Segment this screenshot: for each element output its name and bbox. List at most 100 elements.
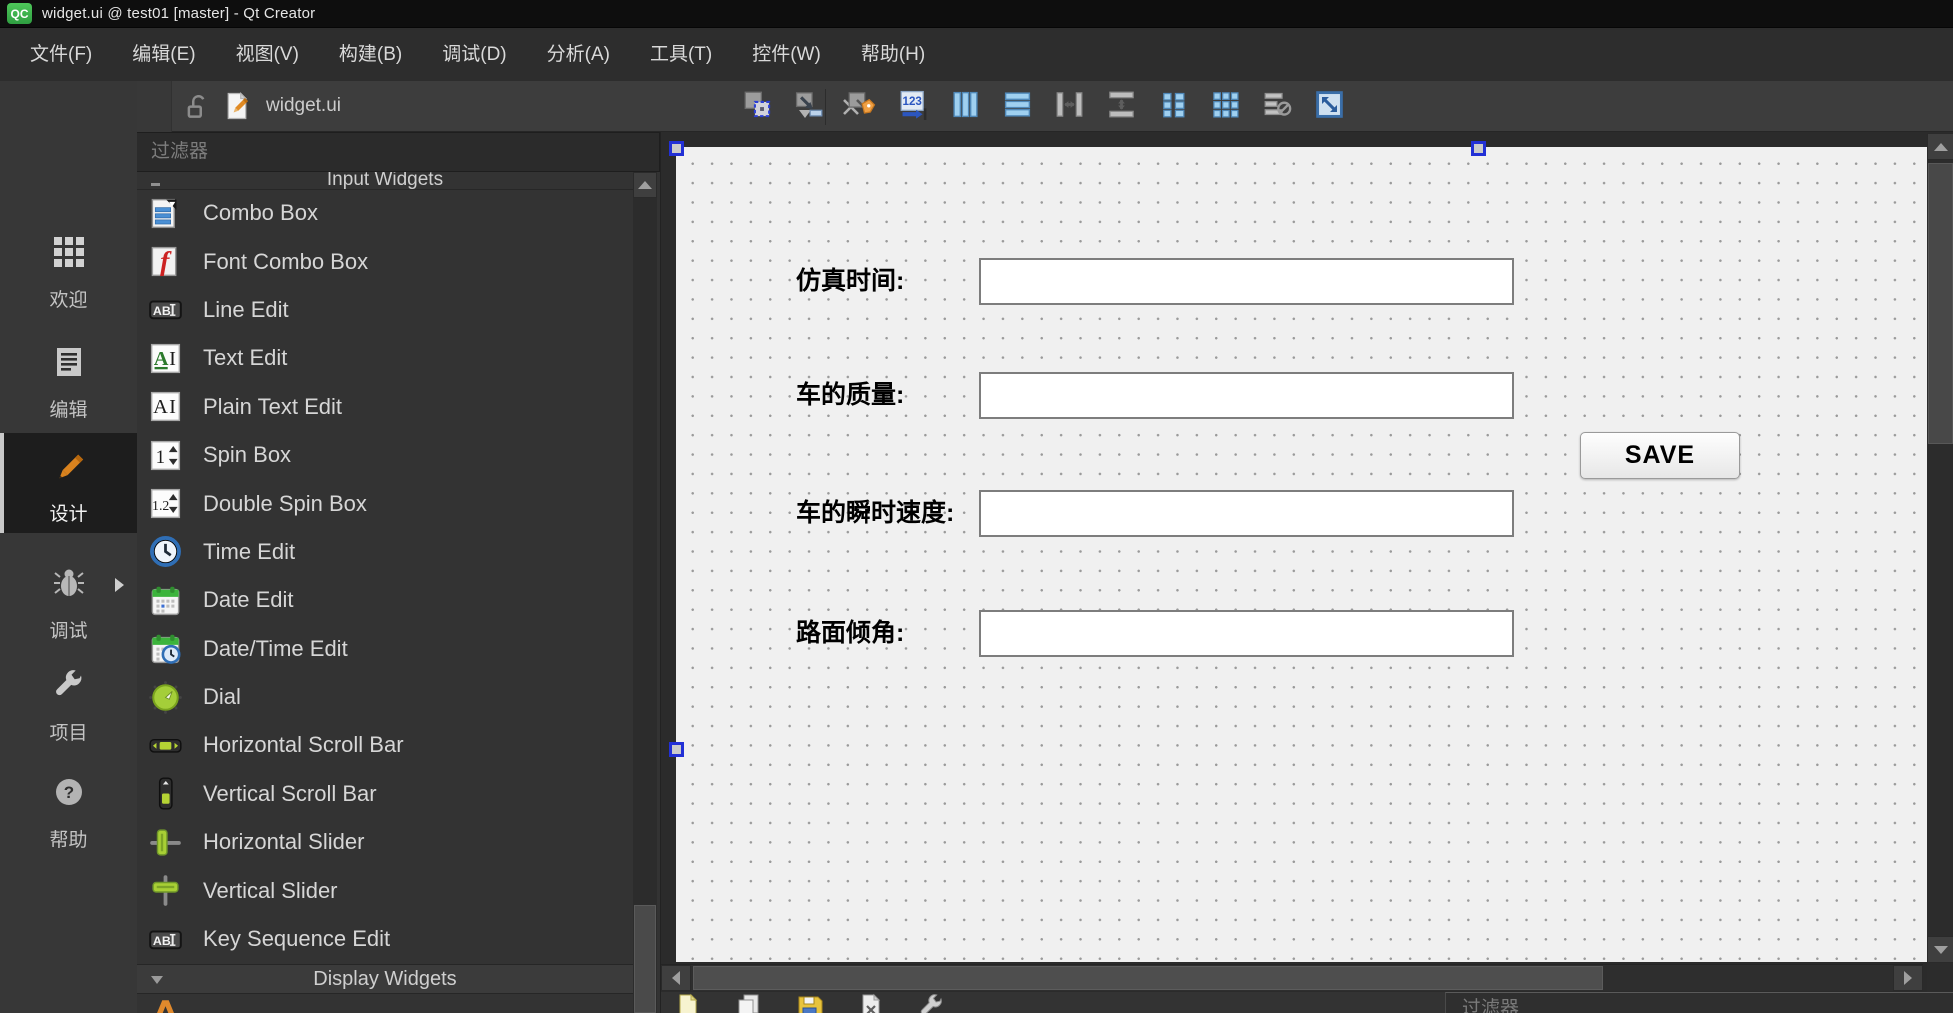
edit-tab-order-button[interactable]: 123: [893, 86, 934, 127]
edit-signals-slots-button[interactable]: [789, 86, 830, 127]
scroll-left-button[interactable]: [661, 965, 691, 991]
input-simulation-time[interactable]: [979, 258, 1514, 305]
edit-widgets-button[interactable]: [737, 86, 778, 127]
mode-design-label: 设计: [49, 504, 88, 525]
input-car-mass[interactable]: [979, 372, 1514, 419]
menu-view[interactable]: 视图(V): [216, 28, 319, 82]
svg-text:I: I: [169, 348, 176, 370]
close-document-button[interactable]: [856, 992, 886, 1013]
widget-item-spin-box[interactable]: 1 Spin Box: [137, 431, 633, 479]
widget-item-double-spin-box[interactable]: 1.2 Double Spin Box: [137, 479, 633, 527]
layout-horizontal-splitter-button[interactable]: [1049, 86, 1090, 127]
bottom-filter-input[interactable]: [1460, 997, 1764, 1013]
menu-help[interactable]: 帮助(H): [841, 28, 945, 82]
document-name[interactable]: widget.ui: [266, 95, 341, 117]
copy-button[interactable]: [734, 992, 764, 1013]
svg-text:123: 123: [903, 95, 923, 108]
svg-text:AB: AB: [153, 304, 171, 318]
mode-design[interactable]: 设计: [0, 433, 137, 533]
layout-vertically-button[interactable]: [997, 86, 1038, 127]
label-simulation-time: 仿真时间:: [796, 267, 905, 295]
svg-text:I: I: [169, 396, 176, 418]
widget-item-time-edit[interactable]: Time Edit: [137, 528, 633, 576]
menu-tools[interactable]: 工具(T): [630, 28, 732, 82]
plain-text-edit-icon: AI: [148, 389, 183, 424]
new-file-button[interactable]: [673, 992, 703, 1013]
widget-box-scrollbar[interactable]: [633, 172, 657, 1013]
combo-box-icon: [148, 196, 183, 231]
scrollbar-thumb[interactable]: [1928, 163, 1953, 444]
edit-buddies-icon: [846, 89, 877, 125]
selection-handle-top-left[interactable]: [669, 141, 684, 156]
widget-item-date-edit[interactable]: Date Edit: [137, 576, 633, 624]
scroll-down-button[interactable]: [1927, 936, 1953, 963]
input-road-incline[interactable]: [979, 610, 1514, 657]
scroll-up-button[interactable]: [1927, 133, 1953, 160]
canvas-horizontal-scrollbar[interactable]: [661, 964, 1923, 991]
layout-grid-button[interactable]: [1205, 86, 1246, 127]
qt-creator-window: QC widget.ui @ test01 [master] - Qt Crea…: [0, 0, 1953, 1013]
widget-item-text-edit-label: Text Edit: [203, 345, 288, 371]
adjust-size-icon: [1314, 89, 1345, 125]
selection-handle-left-middle[interactable]: [669, 742, 684, 757]
debug-flyout-arrow-icon[interactable]: [115, 578, 124, 592]
design-pencil-icon: [50, 449, 88, 487]
menu-analyze[interactable]: 分析(A): [527, 28, 630, 82]
widget-item-line-edit[interactable]: AB Line Edit: [137, 286, 633, 334]
section-header-display-widgets[interactable]: Display Widgets: [137, 964, 633, 994]
menu-build[interactable]: 构建(B): [319, 28, 422, 82]
save-file-button[interactable]: [795, 992, 825, 1013]
menu-edit[interactable]: 编辑(E): [112, 28, 215, 82]
selection-handle-top-center[interactable]: [1471, 141, 1486, 156]
widget-item-dial[interactable]: Dial: [137, 673, 633, 721]
scroll-up-button[interactable]: [633, 172, 657, 198]
scrollbar-thumb[interactable]: [693, 966, 1603, 990]
break-layout-icon: [1262, 89, 1293, 125]
projects-wrench-icon: [50, 666, 88, 704]
adjust-size-button[interactable]: [1309, 86, 1350, 127]
mode-welcome[interactable]: 欢迎: [0, 223, 137, 312]
widget-item-datetime-edit[interactable]: Date/Time Edit: [137, 625, 633, 673]
file-edit-icon: [222, 91, 252, 121]
scrollbar-thumb[interactable]: [634, 905, 656, 1013]
layout-horizontally-button[interactable]: [945, 86, 986, 127]
widget-item-vertical-slider-label: Vertical Slider: [203, 877, 338, 903]
widget-item-font-combo-box-label: Font Combo Box: [203, 248, 369, 274]
edit-buddies-button[interactable]: [841, 86, 882, 127]
line-edit-icon: AB: [148, 292, 183, 327]
menu-file[interactable]: 文件(F): [10, 28, 112, 82]
widget-item-spin-box-label: Spin Box: [203, 442, 292, 468]
h-scrollbar-icon: [148, 728, 183, 763]
mode-help[interactable]: ? 帮助: [0, 763, 137, 852]
canvas-vertical-scrollbar[interactable]: [1927, 133, 1953, 994]
widget-item-key-sequence-edit[interactable]: AB Key Sequence Edit: [137, 915, 633, 963]
widget-item-text-edit[interactable]: A I Text Edit: [137, 334, 633, 382]
break-layout-button[interactable]: [1257, 86, 1298, 127]
unlock-icon[interactable]: [182, 91, 212, 121]
widget-item-combo-box[interactable]: Combo Box: [137, 189, 633, 237]
mode-projects[interactable]: 项目: [0, 656, 137, 745]
layout-vertical-splitter-button[interactable]: [1101, 86, 1142, 127]
menu-debug[interactable]: 调试(D): [422, 28, 526, 82]
menu-widgets[interactable]: 控件(W): [732, 28, 841, 82]
widget-item-font-combo-box[interactable]: f Font Combo Box: [137, 237, 633, 285]
mini-wrench-icon: [917, 994, 947, 1013]
layout-form-button[interactable]: [1153, 86, 1194, 127]
widget-item-horizontal-scroll-bar[interactable]: Horizontal Scroll Bar: [137, 721, 633, 769]
widget-item-vertical-slider[interactable]: Vertical Slider: [137, 866, 633, 914]
save-button[interactable]: SAVE: [1580, 432, 1740, 479]
widget-item-vertical-scroll-bar[interactable]: Vertical Scroll Bar: [137, 770, 633, 818]
designed-form[interactable]: 仿真时间: 车的质量: 车的瞬时速度: 路面倾角: SAVE: [676, 147, 1927, 962]
widget-item-plain-text-edit[interactable]: A I Plain Text Edit: [137, 383, 633, 431]
widget-item-horizontal-slider[interactable]: Horizontal Slider: [137, 818, 633, 866]
tools-button[interactable]: [917, 992, 947, 1013]
mode-debug[interactable]: 调试: [0, 554, 137, 643]
datetime-edit-icon: [148, 631, 183, 666]
scroll-right-button[interactable]: [1893, 965, 1923, 991]
input-car-instant-speed[interactable]: [979, 490, 1514, 537]
section-header-input-widgets[interactable]: Input Widgets: [137, 172, 633, 190]
bottom-filter-panel: [1445, 992, 1953, 1013]
widget-item-label-partial[interactable]: [148, 997, 183, 1013]
widget-filter-input[interactable]: [137, 132, 660, 172]
mode-edit[interactable]: 编辑: [0, 333, 137, 422]
